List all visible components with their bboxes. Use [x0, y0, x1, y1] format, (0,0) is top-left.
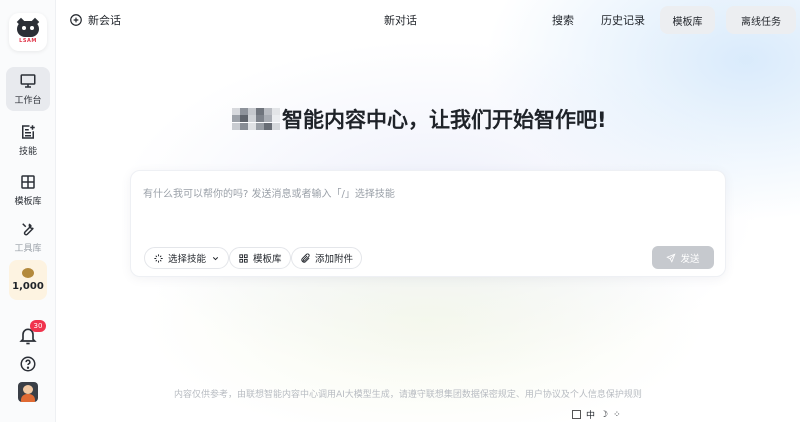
sidebar-item-label: 工作台 [14, 96, 42, 106]
monitor-icon [20, 74, 36, 88]
coin-icon [22, 268, 34, 278]
send-button[interactable]: 发送 [652, 246, 714, 269]
ime-toolbar[interactable]: 中 ☽ ⁘ [572, 407, 621, 422]
history-link[interactable]: 历史记录 [601, 12, 645, 28]
new-chat-button[interactable]: 新会话 [69, 11, 121, 29]
avatar[interactable] [18, 382, 38, 402]
sidebar-item-skills[interactable]: 技能 [6, 118, 50, 162]
new-chat-label: 新会话 [88, 14, 121, 27]
page-title: 新对话 [384, 14, 417, 27]
select-skill-label: 选择技能 [168, 254, 207, 265]
offline-tasks-button[interactable]: 离线任务 [726, 6, 796, 34]
ime-language-label: 中 [586, 411, 596, 421]
main-area: 新会话 新对话 搜索 历史记录 模板库 离线任务 智能内容中心，让我们开始智作吧… [56, 0, 800, 422]
plus-circle-icon [70, 14, 82, 26]
select-skill-chip[interactable]: 选择技能 [144, 247, 230, 269]
paperclip-icon [301, 252, 310, 263]
ime-grid-icon [572, 410, 581, 419]
add-attachment-chip[interactable]: 添加附件 [291, 247, 363, 269]
message-composer[interactable]: 有什么我可以帮你的吗? 发送消息或者输入「/」选择技能 选择技能 模板库 添加附… [130, 170, 726, 277]
sidebar-item-label: 模板库 [14, 197, 42, 207]
help-icon[interactable] [19, 355, 37, 373]
logo-brand-text: LSAM [19, 37, 37, 44]
ime-moon-icon: ☽ [600, 409, 609, 420]
notifications-button[interactable]: 30 [18, 320, 46, 348]
template-icon [21, 175, 35, 189]
send-label: 发送 [680, 253, 700, 265]
notification-badge: 30 [30, 320, 46, 332]
app-logo[interactable]: LSAM [9, 13, 47, 51]
template-library-chip-label: 模板库 [253, 254, 282, 265]
add-attachment-label: 添加附件 [315, 254, 354, 265]
grid-icon [239, 253, 248, 263]
sidebar-item-tools[interactable]: 工具库 [6, 215, 50, 259]
skills-icon [22, 125, 35, 139]
sidebar-item-workbench[interactable]: 工作台 [6, 67, 50, 111]
sparkle-icon [154, 253, 163, 263]
sidebar-item-label: 技能 [18, 147, 37, 157]
hero-title: 智能内容中心，让我们开始智作吧! [282, 108, 607, 132]
hero-heading: 智能内容中心，让我们开始智作吧! [232, 104, 607, 134]
template-library-button[interactable]: 模板库 [660, 6, 715, 34]
redacted-brand-mosaic [232, 108, 280, 130]
template-library-chip[interactable]: 模板库 [229, 247, 291, 269]
tools-icon [22, 223, 34, 236]
message-input[interactable]: 有什么我可以帮你的吗? 发送消息或者输入「/」选择技能 [143, 185, 395, 200]
sidebar-item-label: 工具库 [14, 244, 42, 254]
ime-settings-icon: ⁘ [613, 409, 621, 420]
topbar: 新会话 新对话 搜索 历史记录 模板库 离线任务 [56, 0, 800, 40]
send-icon [666, 253, 676, 263]
points-balance[interactable]: 1,000 [9, 260, 47, 300]
points-value: 1,000 [12, 281, 44, 292]
chevron-down-icon [212, 256, 219, 260]
sidebar: LSAM 工作台 技能 模板库 工具库 1,000 30 [0, 0, 56, 422]
disclaimer-text: 内容仅供参考，由联想智能内容中心调用AI大模型生成，请遵守联想集团数据保密规定、… [174, 390, 642, 400]
search-link[interactable]: 搜索 [552, 12, 574, 28]
sidebar-item-templates[interactable]: 模板库 [6, 168, 50, 212]
logo-face [17, 20, 39, 37]
